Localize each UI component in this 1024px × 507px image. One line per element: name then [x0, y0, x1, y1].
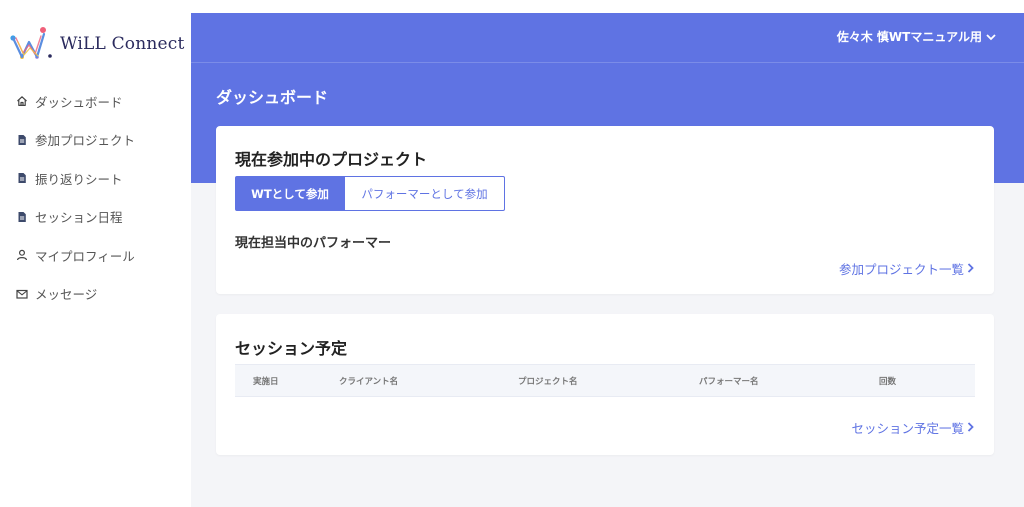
card-title: セッション予定 [235, 339, 348, 358]
sidebar-item-label: 振り返りシート [35, 171, 123, 187]
column-header-date: 実施日 [253, 377, 279, 387]
user-name: 佐々木 慎WTマニュアル用 [836, 30, 982, 44]
column-header-client: クライアント名 [339, 377, 399, 387]
home-icon [16, 95, 28, 107]
sidebar-nav: ダッシュボード 参加プロジェクト 振り返りシート セッション日程 マイプロフィー… [0, 82, 191, 313]
sidebar-item-projects[interactable]: 参加プロジェクト [0, 121, 191, 160]
card-title: 現在参加中のプロジェクト [235, 150, 428, 169]
projects-list-link[interactable]: 参加プロジェクト一覧 [839, 259, 974, 278]
sidebar-item-review-sheet[interactable]: 振り返りシート [0, 159, 191, 198]
document-icon [16, 211, 28, 223]
page-title: ダッシュボード [216, 88, 329, 107]
sidebar-item-label: マイプロフィール [35, 248, 135, 264]
sessions-list-link[interactable]: セッション予定一覧 [851, 418, 974, 437]
sidebar: WiLL Connect ダッシュボード 参加プロジェクト 振り返りシート セッ… [0, 0, 191, 507]
document-icon [16, 172, 28, 184]
sidebar-item-dashboard[interactable]: ダッシュボード [0, 82, 191, 121]
mail-icon [16, 288, 28, 300]
app-logo[interactable]: WiLL Connect [10, 26, 185, 62]
column-header-project: プロジェクト名 [518, 377, 578, 387]
tab-as-wt[interactable]: WTとして参加 [235, 176, 345, 211]
user-menu[interactable]: 佐々木 慎WTマニュアル用 [837, 28, 996, 45]
participation-tabs: WTとして参加 パフォーマーとして参加 [235, 176, 505, 211]
session-schedule-card: セッション予定 実施日 クライアント名 プロジェクト名 パフォーマー名 回数 セ… [216, 314, 994, 455]
section-subtitle: 現在担当中のパフォーマー [235, 236, 392, 251]
header-divider [191, 62, 1024, 63]
sidebar-item-label: メッセージ [35, 287, 98, 303]
column-header-count: 回数 [879, 377, 897, 387]
chevron-right-icon [967, 420, 974, 435]
sidebar-item-messages[interactable]: メッセージ [0, 275, 191, 314]
chevron-down-icon [986, 30, 996, 44]
logo-text: WiLL Connect [60, 34, 185, 54]
sidebar-item-my-profile[interactable]: マイプロフィール [0, 236, 191, 275]
current-projects-card: 現在参加中のプロジェクト WTとして参加 パフォーマーとして参加 現在担当中のパ… [216, 126, 994, 294]
link-label: 参加プロジェクト一覧 [838, 262, 964, 277]
chevron-right-icon [967, 261, 974, 276]
sidebar-item-label: 参加プロジェクト [35, 133, 136, 149]
link-label: セッション予定一覧 [851, 421, 964, 436]
logo-mark-icon [10, 27, 52, 59]
user-icon [16, 249, 28, 261]
session-table-header: 実施日 クライアント名 プロジェクト名 パフォーマー名 回数 [235, 364, 975, 397]
sidebar-item-label: セッション日程 [35, 210, 123, 226]
tab-as-performer[interactable]: パフォーマーとして参加 [345, 176, 505, 211]
sidebar-item-label: ダッシュボード [35, 94, 123, 110]
document-icon [16, 134, 28, 146]
sidebar-item-session-schedule[interactable]: セッション日程 [0, 198, 191, 237]
column-header-performer: パフォーマー名 [699, 377, 759, 387]
